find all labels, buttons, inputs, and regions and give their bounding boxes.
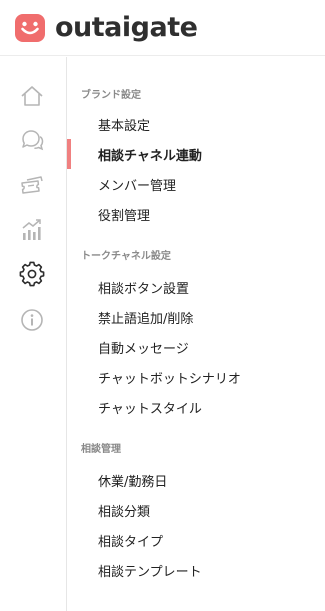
menu-item-label: 相談ボタン設置 xyxy=(98,281,190,297)
menu-item-label: メンバー管理 xyxy=(98,178,177,194)
app-window: outaigate ブランド設定 基本設定 相談チャネル連動 メンバー管理 役割… xyxy=(0,0,325,611)
menu-item-label: 相談分類 xyxy=(98,504,151,520)
section-title: 相談管理 xyxy=(81,444,121,455)
menu-item-consult-type[interactable]: 相談タイプ xyxy=(67,525,325,555)
logo-icon[interactable] xyxy=(14,12,46,44)
gear-icon xyxy=(19,261,45,287)
icon-rail xyxy=(0,57,67,611)
menu-item-label: チャットボットシナリオ xyxy=(98,371,241,387)
menu-item-label: 相談タイプ xyxy=(98,534,164,550)
header: outaigate xyxy=(0,0,325,56)
menu-item-label: 基本設定 xyxy=(98,118,151,134)
rail-settings[interactable] xyxy=(18,260,46,288)
chat-icon xyxy=(22,130,44,151)
section-title: トークチャネル設定 xyxy=(81,251,171,262)
menu-item-consult-button[interactable]: 相談ボタン設置 xyxy=(67,272,325,302)
menu-item-role-management[interactable]: 役割管理 xyxy=(67,199,325,229)
rail-info[interactable] xyxy=(18,306,46,334)
menu-item-chatbot-scenario[interactable]: チャットボットシナリオ xyxy=(67,362,325,392)
menu-item-label: 役割管理 xyxy=(98,208,151,224)
menu-item-consult-template[interactable]: 相談テンプレート xyxy=(67,555,325,585)
info-icon xyxy=(21,309,43,331)
menu-item-chat-style[interactable]: チャットスタイル xyxy=(67,392,325,422)
menu-item-basic-settings[interactable]: 基本設定 xyxy=(67,109,325,139)
menu-item-label: 相談チャネル連動 xyxy=(98,148,202,164)
menu-item-label: チャットスタイル xyxy=(98,401,202,417)
menu-item-member-management[interactable]: メンバー管理 xyxy=(67,169,325,199)
tickets-icon xyxy=(21,176,43,194)
settings-menu: ブランド設定 基本設定 相談チャネル連動 メンバー管理 役割管理 トークチャネル… xyxy=(67,57,325,611)
menu-item-label: 相談テンプレート xyxy=(98,564,202,580)
menu-item-label: 休業/勤務日 xyxy=(98,474,168,490)
menu-item-holidays[interactable]: 休業/勤務日 xyxy=(67,465,325,495)
section-title: ブランド設定 xyxy=(81,90,141,101)
brand-name: outaigate xyxy=(55,12,198,43)
menu-item-label: 禁止語追加/削除 xyxy=(98,311,194,327)
menu-item-auto-message[interactable]: 自動メッセージ xyxy=(67,332,325,362)
analytics-icon xyxy=(22,219,41,240)
rail-tickets[interactable] xyxy=(18,171,46,199)
rail-chat[interactable] xyxy=(18,126,46,154)
home-icon xyxy=(21,86,43,106)
menu-item-channel-integration[interactable]: 相談チャネル連動 xyxy=(67,139,325,169)
rail-analytics[interactable] xyxy=(18,216,46,244)
menu-item-banned-words[interactable]: 禁止語追加/削除 xyxy=(67,302,325,332)
menu-item-label: 自動メッセージ xyxy=(98,341,189,357)
menu-item-consult-category[interactable]: 相談分類 xyxy=(67,495,325,525)
active-indicator xyxy=(67,139,71,169)
rail-home[interactable] xyxy=(18,82,46,110)
